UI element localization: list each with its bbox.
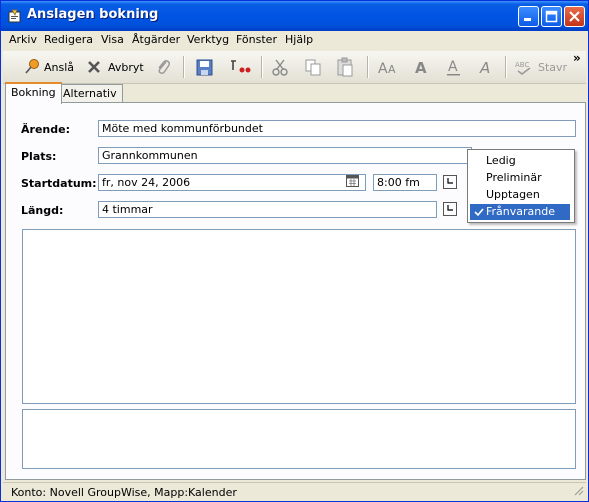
bold-icon: A bbox=[413, 58, 429, 76]
tab-alternativ[interactable]: Alternativ bbox=[57, 84, 123, 103]
svg-text:A: A bbox=[388, 63, 396, 76]
duration-field[interactable]: 4 timmar bbox=[98, 201, 437, 218]
minimize-button[interactable] bbox=[518, 6, 539, 27]
show-as-option-upptagen[interactable]: Upptagen bbox=[470, 187, 570, 203]
resize-grip-icon[interactable] bbox=[572, 484, 584, 499]
window-title: Anslagen bokning bbox=[27, 7, 159, 22]
cut-button[interactable] bbox=[271, 55, 289, 79]
start-time-field[interactable]: 8:00 fm bbox=[373, 174, 437, 191]
svg-text:A: A bbox=[378, 61, 388, 76]
paperclip-icon bbox=[155, 58, 171, 76]
copy-icon bbox=[304, 58, 322, 76]
option-label: Frånvarande bbox=[486, 205, 555, 218]
start-date-label: Startdatum: bbox=[21, 177, 97, 190]
attach-button[interactable] bbox=[155, 55, 171, 79]
save-button[interactable] bbox=[196, 55, 213, 79]
option-label: Preliminär bbox=[486, 171, 542, 184]
maximize-button[interactable] bbox=[541, 6, 562, 27]
svg-text:ABC: ABC bbox=[515, 61, 529, 69]
spell-check-label: Stavr bbox=[538, 60, 568, 74]
svg-text:A: A bbox=[479, 59, 490, 76]
menu-hjalp[interactable]: Hjälp bbox=[285, 33, 313, 46]
spell-check-icon: ABC bbox=[515, 58, 535, 76]
place-label: Plats: bbox=[21, 150, 57, 163]
italic-icon: A bbox=[478, 58, 494, 76]
menu-bar: Arkiv Redigera Visa Åtgärder Verktyg Fön… bbox=[1, 31, 588, 50]
option-label: Upptagen bbox=[486, 188, 540, 201]
tab-bokning[interactable]: Bokning bbox=[5, 82, 62, 104]
underline-button[interactable]: A bbox=[446, 55, 462, 79]
toolbar: Anslå Avbryt A A A A A ABC Stavr » bbox=[3, 51, 586, 84]
scissors-icon bbox=[271, 58, 289, 76]
show-as-option-ledig[interactable]: Ledig bbox=[470, 153, 570, 169]
close-icon bbox=[569, 11, 580, 22]
menu-atgarder[interactable]: Åtgärder bbox=[132, 33, 180, 46]
bold-button[interactable]: A bbox=[413, 55, 429, 79]
notes-area[interactable] bbox=[22, 409, 576, 469]
italic-button[interactable]: A bbox=[478, 55, 494, 79]
subject-field[interactable]: Möte med kommunförbundet bbox=[98, 120, 576, 137]
menu-visa[interactable]: Visa bbox=[101, 33, 124, 46]
cancel-button[interactable]: Avbryt bbox=[86, 55, 144, 79]
spell-check-button[interactable]: ABC Stavr bbox=[515, 55, 567, 79]
toolbar-overflow-chevron-icon[interactable]: » bbox=[573, 51, 581, 65]
save-disk-icon bbox=[196, 59, 213, 76]
menu-redigera[interactable]: Redigera bbox=[44, 33, 93, 46]
copy-button[interactable] bbox=[304, 55, 322, 79]
appointment-window: Anslagen bokning Arkiv Redigera Visa Åtg… bbox=[0, 0, 589, 502]
post-button[interactable]: Anslå bbox=[23, 55, 74, 79]
duration-picker-button[interactable] bbox=[443, 202, 457, 216]
status-text: Konto: Novell GroupWise, Mapp:Kalender bbox=[11, 486, 237, 499]
message-body[interactable] bbox=[22, 229, 576, 404]
close-button[interactable] bbox=[564, 6, 585, 27]
check-names-icon bbox=[229, 58, 251, 76]
clipboard-icon bbox=[336, 57, 354, 77]
cancel-x-icon bbox=[86, 59, 102, 75]
svg-text:A: A bbox=[415, 59, 427, 76]
menu-verktyg[interactable]: Verktyg bbox=[187, 33, 229, 46]
show-as-option-preliminar[interactable]: Preliminär bbox=[470, 170, 570, 186]
post-label: Anslå bbox=[44, 60, 75, 74]
show-as-option-franvarande[interactable]: Frånvarande bbox=[470, 204, 570, 220]
paste-button[interactable] bbox=[336, 55, 354, 79]
calendar-picker-button[interactable] bbox=[345, 174, 359, 190]
menu-arkiv[interactable]: Arkiv bbox=[9, 33, 37, 46]
start-time-picker-button[interactable] bbox=[443, 175, 457, 189]
check-names-button[interactable] bbox=[229, 55, 251, 79]
duration-label: Längd: bbox=[21, 204, 64, 217]
minimize-icon bbox=[524, 18, 531, 21]
posted-appointment-icon bbox=[7, 8, 23, 24]
font-size-icon: AA bbox=[378, 58, 398, 76]
menu-fonster[interactable]: Fönster bbox=[236, 33, 277, 46]
start-date-field[interactable]: fr, nov 24, 2006 bbox=[98, 174, 366, 191]
clock-icon bbox=[445, 176, 455, 189]
calendar-icon bbox=[345, 174, 359, 190]
checkmark-icon bbox=[474, 204, 484, 225]
cancel-label: Avbryt bbox=[108, 60, 144, 74]
font-size-button[interactable]: AA bbox=[378, 55, 398, 79]
show-as-menu: Ledig Preliminär Upptagen Frånvarande bbox=[467, 149, 575, 223]
status-bar: Konto: Novell GroupWise, Mapp:Kalender bbox=[3, 482, 586, 501]
option-label: Ledig bbox=[486, 154, 516, 167]
title-bar[interactable]: Anslagen bokning bbox=[1, 1, 588, 31]
place-field[interactable]: Grannkommunen bbox=[98, 147, 472, 164]
svg-text:A: A bbox=[448, 59, 458, 75]
subject-label: Ärende: bbox=[21, 123, 70, 136]
clock-icon bbox=[445, 203, 455, 216]
maximize-icon bbox=[545, 10, 558, 23]
post-pin-icon bbox=[23, 58, 41, 76]
underline-icon: A bbox=[446, 58, 462, 76]
